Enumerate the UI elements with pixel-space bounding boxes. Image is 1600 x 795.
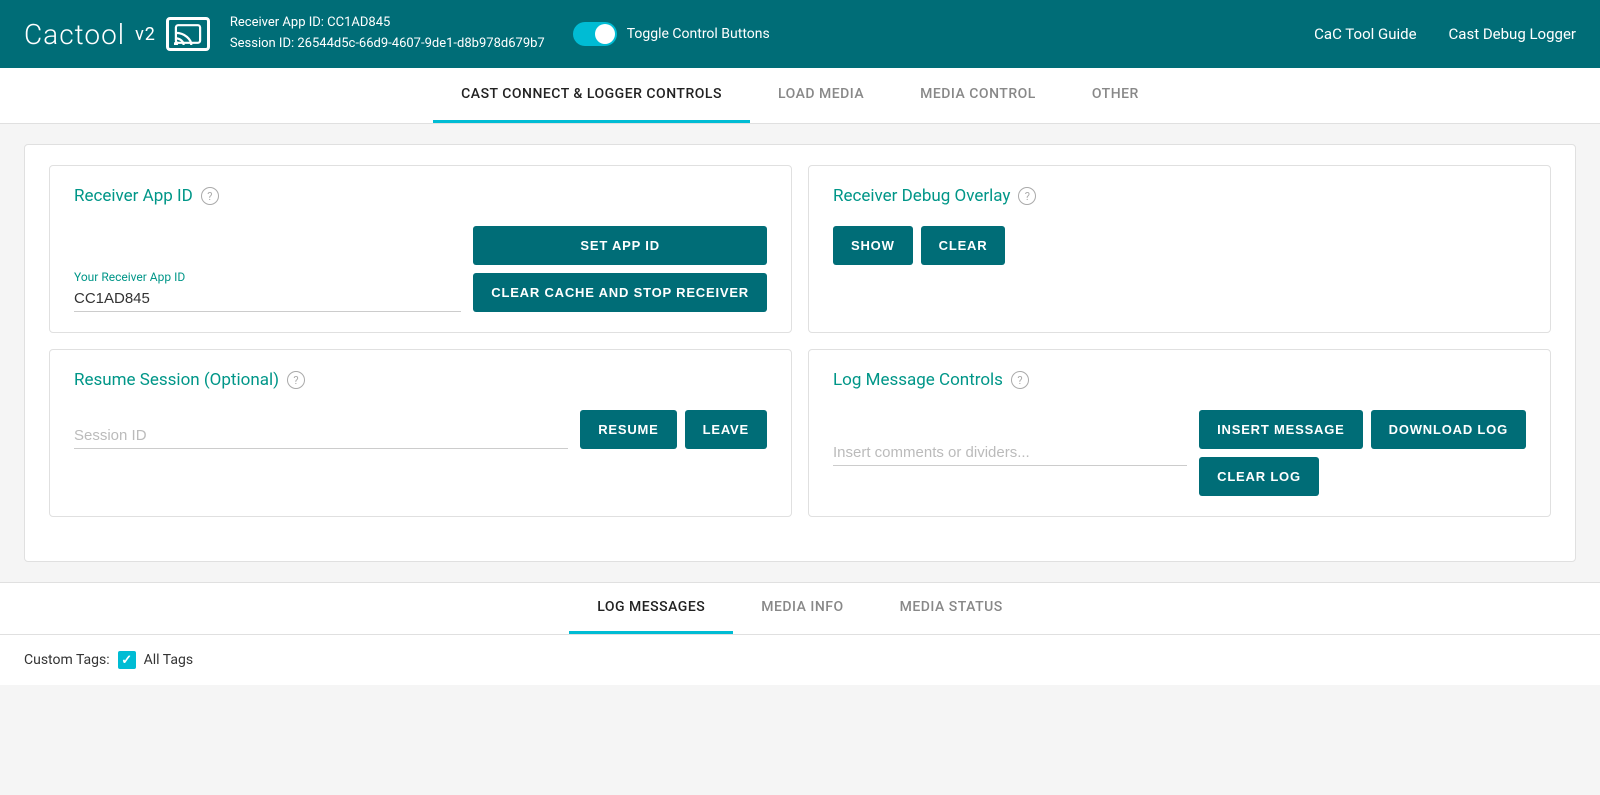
header-nav: CaC Tool Guide Cast Debug Logger xyxy=(1314,25,1576,43)
receiver-app-id-header: Receiver App ID: CC1AD845 xyxy=(230,13,545,34)
clear-cache-button[interactable]: CLEAR CACHE AND STOP RECEIVER xyxy=(473,273,767,312)
log-top-buttons: INSERT MESSAGE DOWNLOAD LOG xyxy=(1199,410,1526,449)
resume-session-buttons: RESUME LEAVE xyxy=(580,410,767,449)
bottom-tab-media-info[interactable]: MEDIA INFO xyxy=(733,583,871,634)
custom-tags-label: Custom Tags: xyxy=(24,652,110,668)
resume-session-body: RESUME LEAVE xyxy=(74,410,767,449)
custom-tags-row: Custom Tags: All Tags xyxy=(24,651,1576,669)
nav-cac-tool-guide[interactable]: CaC Tool Guide xyxy=(1314,25,1416,43)
resume-session-title: Resume Session (Optional) ? xyxy=(74,370,767,390)
bottom-section: LOG MESSAGES MEDIA INFO MEDIA STATUS Cus… xyxy=(0,582,1600,685)
receiver-app-id-help-icon[interactable]: ? xyxy=(201,187,219,205)
log-message-card: Log Message Controls ? INSERT MESSAGE DO… xyxy=(808,349,1551,517)
receiver-debug-buttons: SHOW CLEAR xyxy=(833,226,1526,265)
nav-cast-debug-logger[interactable]: Cast Debug Logger xyxy=(1449,25,1576,43)
outer-card: Receiver App ID ? Your Receiver App ID S… xyxy=(24,144,1576,562)
insert-message-button[interactable]: INSERT MESSAGE xyxy=(1199,410,1363,449)
receiver-app-id-title: Receiver App ID ? xyxy=(74,186,767,206)
receiver-app-id-body: Your Receiver App ID SET APP ID CLEAR CA… xyxy=(74,226,767,312)
log-bottom-button: CLEAR LOG xyxy=(1199,457,1526,496)
set-app-id-button[interactable]: SET APP ID xyxy=(473,226,767,265)
log-message-title: Log Message Controls ? xyxy=(833,370,1526,390)
clear-overlay-button[interactable]: CLEAR xyxy=(921,226,1006,265)
tab-cast-connect[interactable]: CAST CONNECT & LOGGER CONTROLS xyxy=(433,68,750,123)
receiver-app-id-input-label: Your Receiver App ID xyxy=(74,270,461,284)
resume-button[interactable]: RESUME xyxy=(580,410,676,449)
bottom-tab-log-messages[interactable]: LOG MESSAGES xyxy=(569,583,733,634)
receiver-app-id-input[interactable] xyxy=(74,286,461,312)
main-tabs: CAST CONNECT & LOGGER CONTROLS LOAD MEDI… xyxy=(0,68,1600,124)
log-comment-input[interactable] xyxy=(833,440,1187,466)
receiver-app-id-input-section: Your Receiver App ID xyxy=(74,270,461,312)
show-overlay-button[interactable]: SHOW xyxy=(833,226,913,265)
session-id-header: Session ID: 26544d5c-66d9-4607-9de1-d8b9… xyxy=(230,34,545,55)
toggle-control-buttons[interactable] xyxy=(573,22,617,46)
bottom-cards-grid: Resume Session (Optional) ? RESUME LEAVE xyxy=(49,349,1551,517)
clear-log-button[interactable]: CLEAR LOG xyxy=(1199,457,1319,496)
main-content: Receiver App ID ? Your Receiver App ID S… xyxy=(0,124,1600,582)
receiver-debug-card: Receiver Debug Overlay ? SHOW CLEAR xyxy=(808,165,1551,333)
resume-session-help-icon[interactable]: ? xyxy=(287,371,305,389)
brand-version: v2 xyxy=(135,24,156,45)
session-id-input[interactable] xyxy=(74,423,568,449)
log-message-help-icon[interactable]: ? xyxy=(1011,371,1029,389)
toggle-section: Toggle Control Buttons xyxy=(573,22,770,46)
resume-session-card: Resume Session (Optional) ? RESUME LEAVE xyxy=(49,349,792,517)
log-controls-body: INSERT MESSAGE DOWNLOAD LOG CLEAR LOG xyxy=(833,410,1526,496)
all-tags-label: All Tags xyxy=(144,652,193,668)
session-info: Receiver App ID: CC1AD845 Session ID: 26… xyxy=(230,13,545,55)
resume-session-input-section xyxy=(74,423,568,449)
cast-icon xyxy=(166,17,210,51)
brand-name: Cactool xyxy=(24,18,125,51)
tab-load-media[interactable]: LOAD MEDIA xyxy=(750,68,892,123)
receiver-debug-title: Receiver Debug Overlay ? xyxy=(833,186,1526,206)
brand-logo: Cactool v2 xyxy=(24,17,210,51)
receiver-debug-help-icon[interactable]: ? xyxy=(1018,187,1036,205)
log-message-buttons: INSERT MESSAGE DOWNLOAD LOG CLEAR LOG xyxy=(1199,410,1526,496)
leave-button[interactable]: LEAVE xyxy=(685,410,767,449)
bottom-tabs: LOG MESSAGES MEDIA INFO MEDIA STATUS xyxy=(0,583,1600,635)
tab-other[interactable]: OTHER xyxy=(1064,68,1167,123)
tab-media-control[interactable]: MEDIA CONTROL xyxy=(892,68,1064,123)
all-tags-checkbox[interactable] xyxy=(118,651,136,669)
bottom-content: Custom Tags: All Tags xyxy=(0,635,1600,685)
app-header: Cactool v2 Receiver App ID: CC1AD845 Ses… xyxy=(0,0,1600,68)
bottom-tab-media-status[interactable]: MEDIA STATUS xyxy=(872,583,1031,634)
receiver-app-id-card: Receiver App ID ? Your Receiver App ID S… xyxy=(49,165,792,333)
receiver-app-id-buttons: SET APP ID CLEAR CACHE AND STOP RECEIVER xyxy=(473,226,767,312)
top-cards-grid: Receiver App ID ? Your Receiver App ID S… xyxy=(49,165,1551,333)
toggle-label: Toggle Control Buttons xyxy=(627,26,770,42)
download-log-button[interactable]: DOWNLOAD LOG xyxy=(1371,410,1526,449)
